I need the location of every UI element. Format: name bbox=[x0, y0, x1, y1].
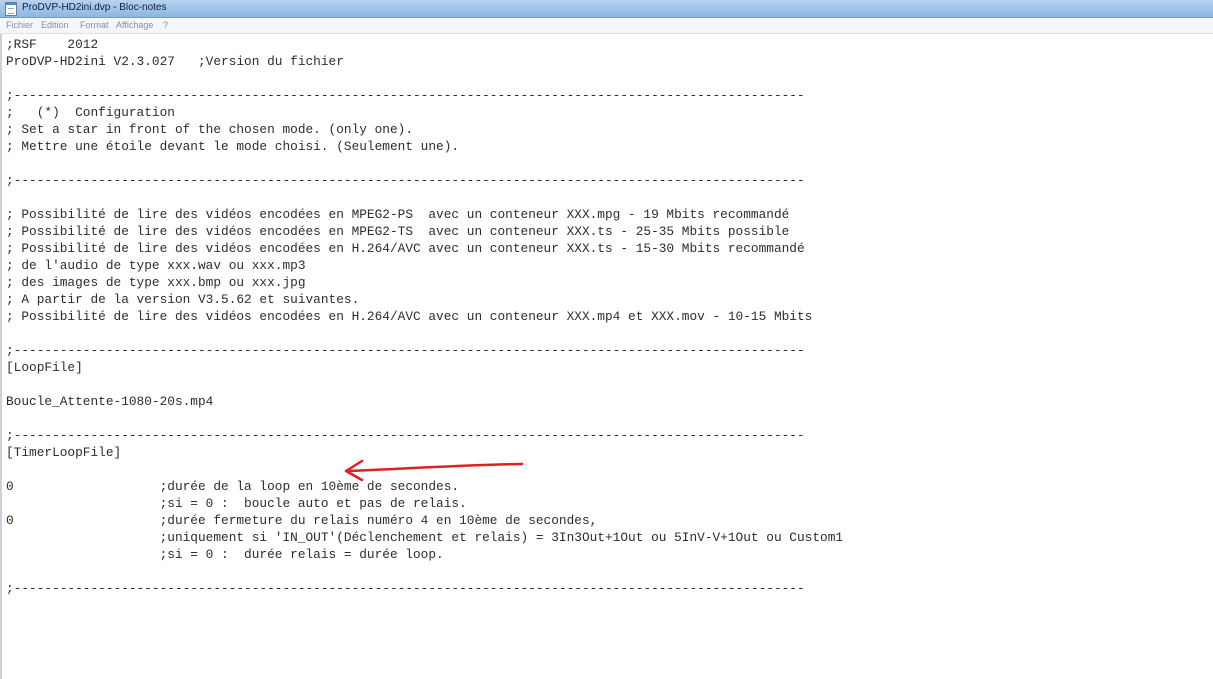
editor-line: ; Possibilité de lire des vidéos encodée… bbox=[6, 241, 805, 256]
editor-line: ; de l'audio de type xxx.wav ou xxx.mp3 bbox=[6, 258, 306, 273]
editor-line: ; Mettre une étoile devant le mode chois… bbox=[6, 139, 460, 154]
red-arrow-annotation bbox=[344, 459, 524, 482]
menu-help[interactable]: ? bbox=[163, 20, 168, 30]
arrow-shaft bbox=[346, 462, 524, 473]
editor-line: ; Possibilité de lire des vidéos encodée… bbox=[6, 309, 813, 324]
menu-edition[interactable]: Edition bbox=[41, 20, 69, 30]
editor-line: ProDVP-HD2ini V2.3.027 ;Version du fichi… bbox=[6, 54, 344, 69]
editor-line: ;RSF 2012 bbox=[6, 37, 99, 52]
menu-format[interactable]: Format bbox=[80, 20, 109, 30]
editor-line: ;---------------------------------------… bbox=[6, 428, 805, 443]
menu-fichier[interactable]: Fichier bbox=[6, 20, 33, 30]
menu-bar: Fichier Edition Format Affichage ? bbox=[0, 18, 1213, 34]
editor-line: ; Set a star in front of the chosen mode… bbox=[6, 122, 414, 137]
editor-line: ;si = 0 : boucle auto et pas de relais. bbox=[6, 496, 467, 511]
editor-line: ;---------------------------------------… bbox=[6, 173, 805, 188]
editor-line: ;uniquement si 'IN_OUT'(Déclenchement et… bbox=[6, 530, 844, 545]
title-bar: ProDVP-HD2ini.dvp - Bloc-notes bbox=[0, 0, 1213, 18]
editor-line: ;---------------------------------------… bbox=[6, 343, 805, 358]
editor-line: ; Possibilité de lire des vidéos encodée… bbox=[6, 207, 790, 222]
window-title: ProDVP-HD2ini.dvp - Bloc-notes bbox=[22, 2, 167, 13]
editor-line: ;---------------------------------------… bbox=[6, 88, 805, 103]
menu-affichage[interactable]: Affichage bbox=[116, 20, 153, 30]
editor-line: Boucle_Attente-1080-20s.mp4 bbox=[6, 394, 214, 409]
editor-line: ; A partir de la version V3.5.62 et suiv… bbox=[6, 292, 360, 307]
notepad-icon bbox=[5, 2, 17, 16]
editor-line: ;si = 0 : durée relais = durée loop. bbox=[6, 547, 444, 562]
editor-line: ;---------------------------------------… bbox=[6, 581, 805, 596]
editor-line: ; (*) Configuration bbox=[6, 105, 175, 120]
editor-line: ; des images de type xxx.bmp ou xxx.jpg bbox=[6, 275, 306, 290]
editor-line: 0 ;durée fermeture du relais numéro 4 en… bbox=[6, 513, 598, 528]
editor-line: [LoopFile] bbox=[6, 360, 83, 375]
editor-text[interactable]: ;RSF 2012 ProDVP-HD2ini V2.3.027 ;Version… bbox=[6, 36, 843, 597]
editor-line: ; Possibilité de lire des vidéos encodée… bbox=[6, 224, 790, 239]
text-editor-area[interactable]: ;RSF 2012 ProDVP-HD2ini V2.3.027 ;Version… bbox=[0, 34, 1213, 679]
